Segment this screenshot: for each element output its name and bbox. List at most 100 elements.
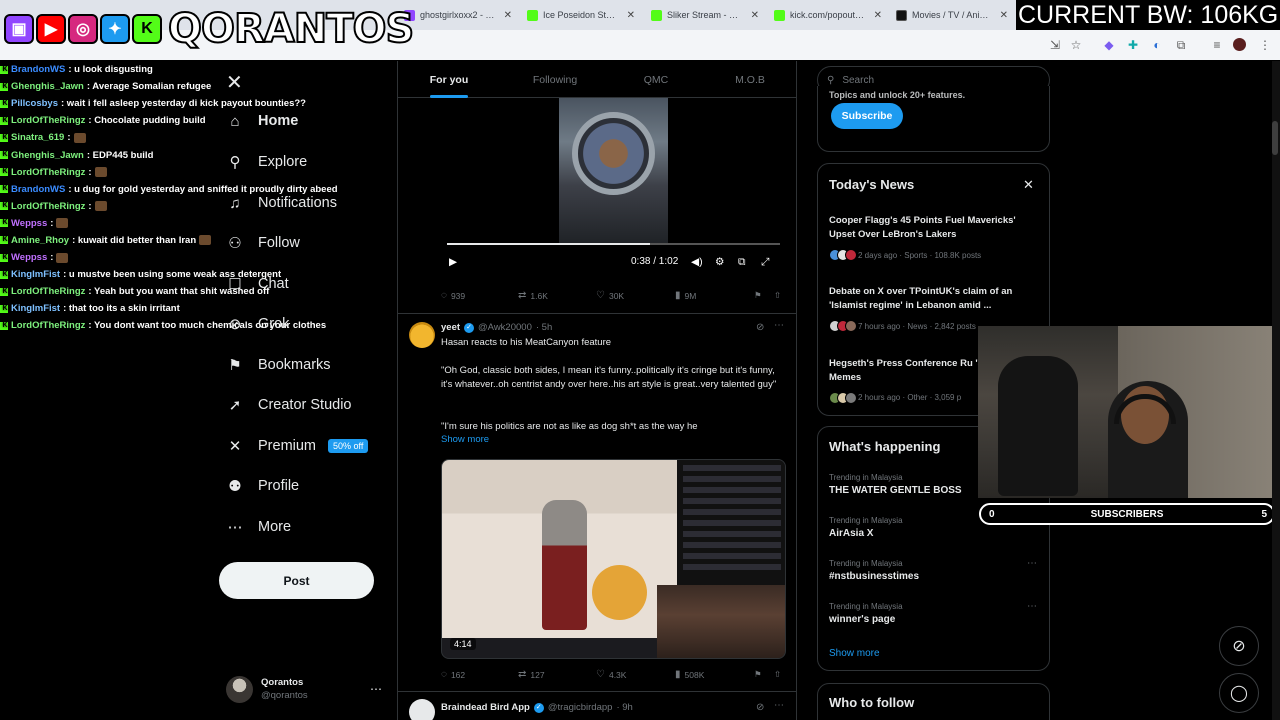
views-button[interactable]: ▮ 9M	[675, 290, 696, 301]
sidebar-item-bookmarks[interactable]: ⚑ Bookmarks	[226, 350, 330, 380]
like-button[interactable]: ♡ 4.3K	[596, 669, 626, 680]
tab-mob[interactable]: M.O.B	[702, 61, 796, 98]
embedded-video[interactable]: 4:14	[441, 459, 786, 659]
trend-more-icon[interactable]: ⋯	[1027, 558, 1037, 569]
bookmark-star-icon[interactable]: ☆	[1068, 37, 1084, 53]
grok-float-button[interactable]: ⊘	[1219, 626, 1259, 666]
page-scrollbar[interactable]	[1272, 61, 1280, 720]
tab-title: kick.com/popout/qoran	[790, 10, 865, 20]
subscribe-button[interactable]: Subscribe	[831, 103, 903, 129]
sidebar-item-follow[interactable]: ⚇ Follow	[226, 228, 300, 258]
browser-tab[interactable]: Ice Poseidon Stream ✕	[521, 4, 641, 26]
screen: ghostgirlxoxx2 - Twitch ✕ Ice Poseidon S…	[0, 0, 1280, 720]
like-button[interactable]: ♡ 30K	[596, 290, 624, 301]
reply-button[interactable]: ◌ 162	[441, 669, 465, 680]
author-handle[interactable]: @Awk20000	[478, 322, 532, 333]
twitch-logo-icon: ▣	[4, 14, 34, 44]
sidebar-item-home[interactable]: ⌂ Home	[226, 106, 298, 136]
fullscreen-icon[interactable]: ⤢	[761, 256, 769, 269]
avatar[interactable]	[409, 699, 435, 720]
bookmark-icon[interactable]: ⚑	[754, 290, 762, 301]
sidebar-item-profile[interactable]: ⚉ Profile	[226, 471, 299, 501]
extension-icon[interactable]: ◆	[1101, 37, 1117, 53]
chat-username: LordOfTheRingz	[11, 166, 86, 178]
settings-gear-icon[interactable]: ⚙	[715, 256, 724, 268]
news-item-title[interactable]: Debate on X over TPointUK's claim of an …	[829, 285, 1039, 313]
tab-qmc[interactable]: QMC	[610, 61, 702, 98]
news-item-meta: 2 hours ago · Other · 3,059 p	[858, 393, 962, 402]
post-button[interactable]: Post	[219, 562, 374, 599]
volume-icon[interactable]: ◀)	[691, 256, 703, 268]
play-icon[interactable]: ▶	[449, 256, 457, 268]
repost-button[interactable]: ⇄ 127	[518, 669, 545, 680]
tab-title: ghostgirlxoxx2 - Twitch	[420, 10, 495, 20]
browser-tab[interactable]: Sliker Stream - Watch ✕	[645, 4, 765, 26]
share-icon[interactable]: ⇧	[774, 669, 781, 680]
author-name[interactable]: yeet	[441, 322, 460, 333]
close-tab-icon[interactable]: ✕	[874, 10, 882, 21]
more-options-icon[interactable]: ⋯	[774, 700, 784, 711]
tab-for-you[interactable]: For you	[398, 61, 500, 98]
trend-name[interactable]: THE WATER GENTLE BOSS	[829, 485, 962, 496]
sidebar-item-notifications[interactable]: ♫ Notifications	[226, 188, 337, 218]
close-icon[interactable]: ✕	[1023, 177, 1034, 193]
extension-icon[interactable]: ◐	[1149, 37, 1165, 53]
show-more-link[interactable]: Show more	[441, 434, 489, 445]
trend-name[interactable]: #nstbusinesstimes	[829, 571, 919, 582]
trend-name[interactable]: winner's page	[829, 614, 895, 625]
sidebar-item-premium[interactable]: ✕ Premium 50% off	[226, 431, 369, 461]
kick-badge-icon: K	[0, 321, 8, 330]
sidebar-item-chat[interactable]: ☐ Chat	[226, 269, 288, 299]
sidebar-item-more[interactable]: ⋯ More	[226, 512, 292, 542]
sidebar-item-creator-studio[interactable]: ➚ Creator Studio	[226, 390, 352, 420]
extension-icon[interactable]: ✚	[1125, 37, 1141, 53]
post-timestamp[interactable]: · 9h	[616, 702, 632, 713]
install-app-icon[interactable]: ⇲	[1047, 37, 1063, 53]
sidebar-item-grok[interactable]: ⊘ Grok	[226, 309, 290, 339]
more-options-icon[interactable]: ⋯	[774, 320, 784, 331]
chat-emote-icon	[199, 235, 212, 246]
bookmark-icon[interactable]: ⚑	[754, 669, 762, 680]
views-button[interactable]: ▮ 508K	[675, 669, 704, 680]
close-tab-icon[interactable]: ✕	[627, 10, 635, 21]
profile-avatar-icon[interactable]	[1233, 38, 1246, 51]
trend-more-icon[interactable]: ⋯	[1027, 601, 1037, 612]
chat-username: LordOfTheRingz	[11, 286, 86, 298]
close-tab-icon[interactable]: ✕	[1000, 10, 1008, 21]
chat-icon: ☐	[228, 276, 242, 293]
browser-tab[interactable]: Movies / TV / Anime ✕	[890, 4, 1014, 26]
show-more-link[interactable]: Show more	[829, 648, 880, 659]
news-item-title[interactable]: Cooper Flagg's 45 Points Fuel Mavericks'…	[829, 214, 1039, 242]
grok-icon[interactable]: ⊘	[756, 322, 764, 333]
sidebar-item-explore[interactable]: ⚲ Explore	[226, 147, 308, 177]
repost-button[interactable]: ⇄ 1.6K	[518, 290, 548, 301]
x-logo-icon[interactable]: ✕	[226, 70, 243, 95]
messages-float-button[interactable]: ◯	[1219, 673, 1259, 713]
pip-icon[interactable]: ⧉	[738, 256, 746, 269]
close-tab-icon[interactable]: ✕	[751, 10, 759, 21]
tab-search-icon[interactable]: ≡	[1209, 37, 1225, 53]
tab-following[interactable]: Following	[500, 61, 610, 98]
extensions-puzzle-icon[interactable]: ⧉	[1173, 37, 1189, 53]
reply-button[interactable]: ◌ 939	[441, 290, 465, 301]
author-handle[interactable]: @tragicbirdapp	[548, 702, 613, 713]
more-circle-icon: ⋯	[227, 519, 243, 536]
close-tab-icon[interactable]: ✕	[504, 10, 512, 21]
trend-name[interactable]: AirAsia X	[829, 528, 873, 539]
share-icon[interactable]: ⇧	[774, 290, 781, 301]
home-icon: ⌂	[230, 112, 240, 130]
browser-menu-icon[interactable]: ⋮	[1257, 37, 1273, 53]
video-webcam	[657, 585, 785, 658]
grok-icon[interactable]: ⊘	[756, 702, 764, 713]
avatar[interactable]	[409, 322, 435, 348]
author-name[interactable]: Braindead Bird App	[441, 702, 530, 713]
video-progress-bar[interactable]	[447, 243, 780, 245]
video-player[interactable]: ▶ 0:38 / 1:02 ◀) ⚙ ⧉ ⤢	[441, 98, 786, 276]
account-switcher[interactable]: Qorantos @qorantos ⋯	[226, 672, 386, 706]
post-timestamp[interactable]: · 5h	[536, 322, 552, 333]
browser-tab[interactable]: ghostgirlxoxx2 - Twitch ✕	[398, 4, 518, 26]
scroll-thumb[interactable]	[1272, 121, 1278, 155]
washing-machine-drum	[572, 112, 655, 195]
browser-tab[interactable]: kick.com/popout/qoran ✕	[768, 4, 888, 26]
heart-icon: ♡	[596, 290, 605, 301]
